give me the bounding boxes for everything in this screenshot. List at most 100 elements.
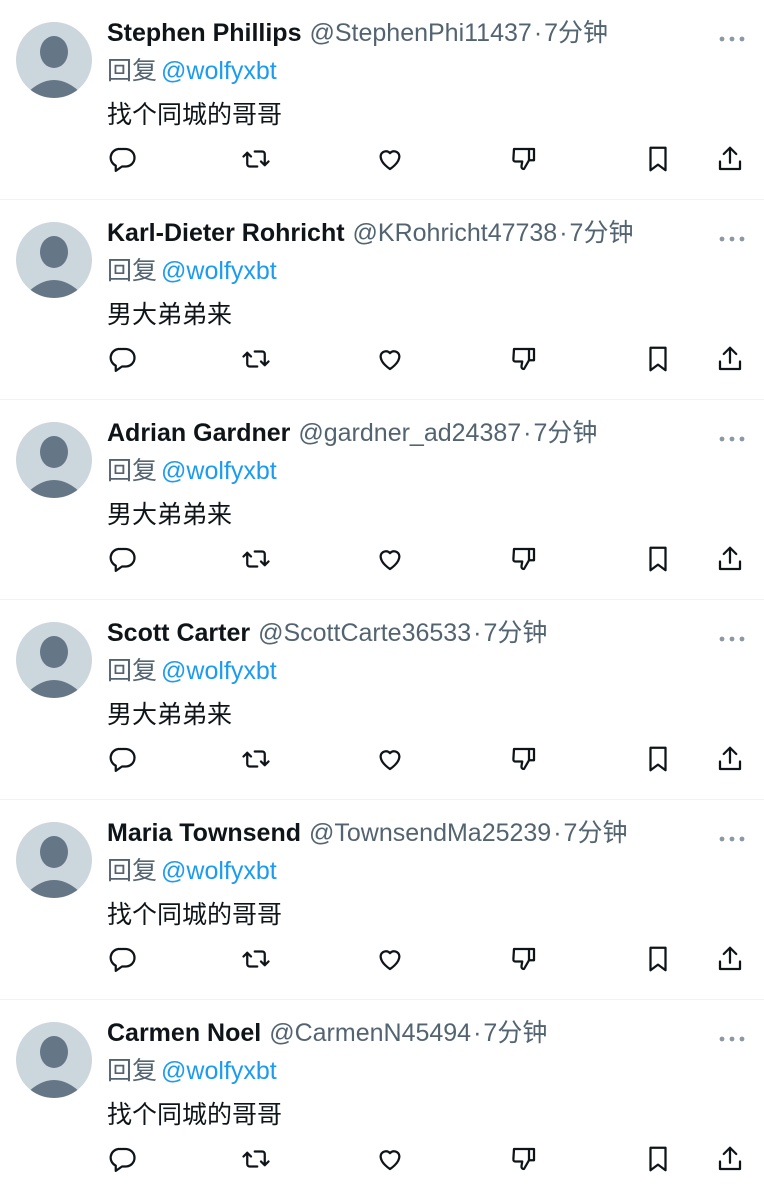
reply-icon[interactable] [107, 344, 139, 376]
tweet[interactable]: Stephen Phillips @StephenPhi11437·7分钟 回复 @… [0, 0, 764, 200]
timestamp[interactable]: 7分钟 [544, 19, 608, 47]
bookmark-icon[interactable] [643, 944, 675, 976]
tweet-actions [107, 744, 748, 780]
bookmark-icon[interactable] [643, 344, 675, 376]
dislike-icon[interactable] [509, 544, 541, 576]
heart-icon[interactable] [375, 744, 407, 776]
reply-context: 回复 @wolfyxbt [107, 52, 704, 90]
tweet-actions [107, 1144, 748, 1180]
heart-icon[interactable] [375, 144, 407, 176]
reply-feed: Stephen Phillips @StephenPhi11437·7分钟 回复 @… [0, 0, 764, 1200]
reply-context: 回复 @wolfyxbt [107, 252, 704, 290]
more-options-icon[interactable] [718, 30, 746, 42]
default-avatar-icon[interactable] [16, 1022, 92, 1098]
share-icon[interactable] [715, 1144, 747, 1176]
reply-mention-link[interactable]: @wolfyxbt [161, 857, 277, 885]
share-icon[interactable] [715, 344, 747, 376]
retweet-icon[interactable] [241, 944, 273, 976]
separator-dot: · [533, 19, 543, 47]
tweet-actions [107, 144, 748, 180]
reply-context: 回复 @wolfyxbt [107, 1052, 704, 1090]
heart-icon[interactable] [375, 944, 407, 976]
bookmark-icon[interactable] [643, 144, 675, 176]
heart-icon[interactable] [375, 344, 407, 376]
display-name[interactable]: Maria Townsend [107, 819, 301, 847]
timestamp[interactable]: 7分钟 [570, 219, 634, 247]
separator-dot: · [523, 419, 532, 447]
user-handle[interactable]: @ScottCarte36533 [258, 619, 471, 647]
default-avatar-icon[interactable] [16, 822, 92, 898]
bookmark-icon[interactable] [643, 1144, 675, 1176]
display-name[interactable]: Carmen Noel [107, 1019, 261, 1047]
share-icon[interactable] [715, 544, 747, 576]
timestamp[interactable]: 7分钟 [483, 1019, 547, 1047]
user-handle[interactable]: @KRohricht47738 [353, 219, 558, 247]
tweet-text: 男大弟弟来 [107, 301, 233, 329]
more-options-icon[interactable] [718, 430, 746, 442]
reply-icon[interactable] [107, 544, 139, 576]
tweet-text: 找个同城的哥哥 [107, 101, 283, 129]
reply-mention-link[interactable]: @wolfyxbt [161, 457, 277, 485]
user-handle[interactable]: @TownsendMa25239 [309, 819, 551, 847]
retweet-icon[interactable] [241, 344, 273, 376]
bookmark-icon[interactable] [643, 544, 675, 576]
reply-mention-link[interactable]: @wolfyxbt [161, 657, 277, 685]
user-handle[interactable]: @StephenPhi11437 [309, 19, 531, 47]
timestamp[interactable]: 7分钟 [564, 819, 628, 847]
dislike-icon[interactable] [509, 944, 541, 976]
more-options-icon[interactable] [718, 630, 746, 642]
display-name[interactable]: Stephen Phillips [107, 19, 301, 47]
more-options-icon[interactable] [718, 230, 746, 242]
share-icon[interactable] [715, 144, 747, 176]
dislike-icon[interactable] [509, 1144, 541, 1176]
reply-icon[interactable] [107, 144, 139, 176]
default-avatar-icon[interactable] [16, 422, 92, 498]
tweet[interactable]: Carmen Noel @CarmenN45494·7分钟 回复 @wolfyxbt… [0, 1000, 764, 1200]
tweet[interactable]: Maria Townsend @TownsendMa25239·7分钟 回复 @wo… [0, 800, 764, 1000]
default-avatar-icon[interactable] [16, 22, 92, 98]
reply-prefix: 回复 [107, 1057, 158, 1085]
display-name[interactable]: Adrian Gardner [107, 419, 290, 447]
heart-icon[interactable] [375, 1144, 407, 1176]
reply-mention-link[interactable]: @wolfyxbt [161, 257, 277, 285]
reply-icon[interactable] [107, 944, 139, 976]
retweet-icon[interactable] [241, 544, 273, 576]
timestamp[interactable]: 7分钟 [533, 419, 597, 447]
reply-context: 回复 @wolfyxbt [107, 452, 704, 490]
dislike-icon[interactable] [509, 744, 541, 776]
tweet-actions [107, 344, 748, 380]
tweet-actions [107, 544, 748, 580]
tweet-text: 男大弟弟来 [107, 701, 233, 729]
tweet-text: 找个同城的哥哥 [107, 901, 283, 929]
dislike-icon[interactable] [509, 144, 541, 176]
more-options-icon[interactable] [718, 1030, 746, 1042]
dislike-icon[interactable] [509, 344, 541, 376]
default-avatar-icon[interactable] [16, 622, 92, 698]
tweet[interactable]: Scott Carter @ScottCarte36533·7分钟 回复 @wolf… [0, 600, 764, 800]
user-handle[interactable]: @gardner_ad24387 [298, 419, 521, 447]
bookmark-icon[interactable] [643, 744, 675, 776]
timestamp[interactable]: 7分钟 [483, 619, 547, 647]
share-icon[interactable] [715, 944, 747, 976]
reply-mention-link[interactable]: @wolfyxbt [161, 1057, 277, 1085]
tweet[interactable]: Adrian Gardner @gardner_ad24387·7分钟 回复 @wo… [0, 400, 764, 600]
display-name[interactable]: Scott Carter [107, 619, 250, 647]
reply-prefix: 回复 [107, 57, 158, 85]
heart-icon[interactable] [375, 544, 407, 576]
retweet-icon[interactable] [241, 744, 273, 776]
reply-prefix: 回复 [107, 857, 158, 885]
separator-dot: · [473, 619, 482, 647]
default-avatar-icon[interactable] [16, 222, 92, 298]
reply-icon[interactable] [107, 744, 139, 776]
retweet-icon[interactable] [241, 1144, 273, 1176]
tweet[interactable]: Karl-Dieter Rohricht @KRohricht47738·7分钟 … [0, 200, 764, 400]
reply-icon[interactable] [107, 1144, 139, 1176]
share-icon[interactable] [715, 744, 747, 776]
more-options-icon[interactable] [718, 830, 746, 842]
reply-prefix: 回复 [107, 457, 158, 485]
reply-mention-link[interactable]: @wolfyxbt [161, 57, 277, 85]
display-name[interactable]: Karl-Dieter Rohricht [107, 219, 345, 247]
retweet-icon[interactable] [241, 144, 273, 176]
user-handle[interactable]: @CarmenN45494 [269, 1019, 471, 1047]
tweet-header: Maria Townsend @TownsendMa25239·7分钟 [107, 814, 704, 852]
